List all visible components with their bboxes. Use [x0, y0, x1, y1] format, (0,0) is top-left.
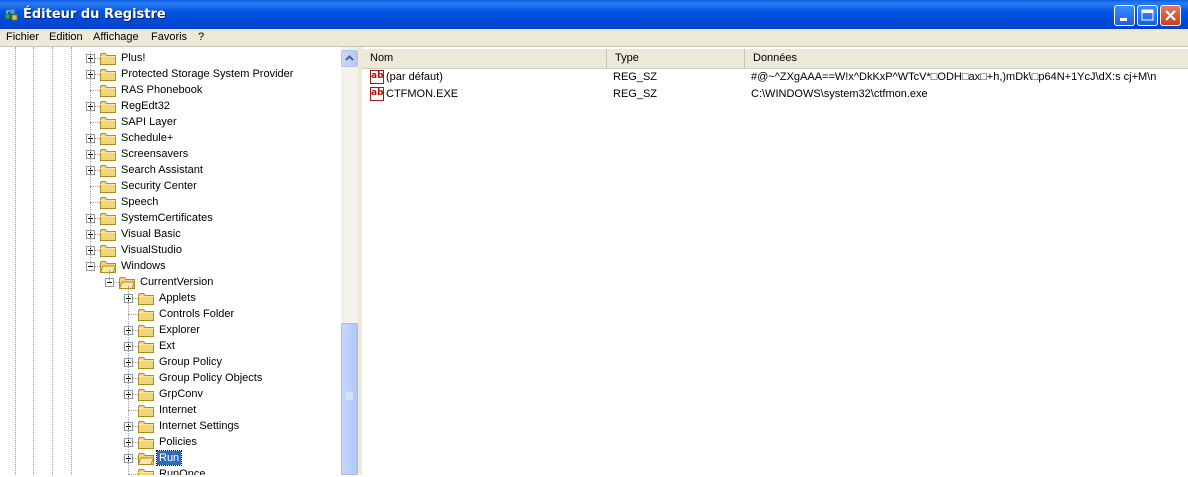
- folder-open-icon: [100, 261, 116, 273]
- string-value-icon: ab: [370, 87, 384, 101]
- folder-icon: [138, 357, 154, 369]
- folder-icon: [138, 341, 154, 353]
- tree-item-label[interactable]: Policies: [157, 435, 199, 449]
- value-type: REG_SZ: [613, 71, 658, 83]
- tree-item-label[interactable]: GrpConv: [157, 387, 205, 401]
- folder-icon: [100, 117, 116, 129]
- column-data[interactable]: Données: [745, 49, 1188, 68]
- tree-item-label[interactable]: Plus!: [119, 51, 147, 65]
- folder-icon: [138, 389, 154, 401]
- folder-icon: [138, 405, 154, 417]
- tree-item-label[interactable]: Group Policy: [157, 355, 224, 369]
- tree-item-label[interactable]: Run: [155, 450, 183, 466]
- list-header: Nom Type Données: [362, 49, 1188, 69]
- folder-icon: [100, 149, 116, 161]
- folder-icon: [100, 133, 116, 145]
- tree-item-label[interactable]: Explorer: [157, 323, 202, 337]
- tree-item-label[interactable]: Screensavers: [119, 147, 190, 161]
- chevron-up-icon: [345, 55, 354, 61]
- tree-item-label[interactable]: VisualStudio: [119, 243, 184, 257]
- scroll-thumb[interactable]: [341, 323, 358, 475]
- close-icon: [1165, 10, 1176, 21]
- tree-item-label[interactable]: Internet Settings: [157, 419, 241, 433]
- folder-icon: [138, 293, 154, 305]
- list-row[interactable]: ab CTFMON.EXE REG_SZ C:\WINDOWS\system32…: [362, 87, 1188, 103]
- menu-edition[interactable]: Edition: [49, 31, 83, 43]
- tree-item-label[interactable]: Speech: [119, 195, 160, 209]
- tree-item-label[interactable]: Windows: [119, 259, 168, 273]
- folder-open-icon: [138, 453, 154, 465]
- folder-icon: [100, 245, 116, 257]
- folder-icon: [138, 421, 154, 433]
- menu-favoris[interactable]: Favoris: [151, 31, 187, 43]
- tree-item-label[interactable]: SAPI Layer: [119, 115, 179, 129]
- value-data: #@~^ZXgAAA==W!x^DkKxP^WTcV*□ODH□ax□+h,)m…: [751, 71, 1157, 83]
- regedit-icon: [4, 8, 18, 21]
- value-name: (par défaut): [386, 71, 443, 83]
- menu-affichage[interactable]: Affichage: [93, 31, 139, 43]
- close-button[interactable]: [1160, 5, 1181, 26]
- tree-item-label[interactable]: RegEdt32: [119, 99, 172, 113]
- maximize-button[interactable]: [1137, 5, 1158, 26]
- folder-icon: [138, 309, 154, 321]
- folder-icon: [100, 85, 116, 97]
- title-bar[interactable]: Éditeur du Registre: [0, 0, 1188, 29]
- tree-item-label[interactable]: Group Policy Objects: [157, 371, 264, 385]
- folder-icon: [100, 101, 116, 113]
- string-value-icon: ab: [370, 70, 384, 84]
- tree-item-label[interactable]: SystemCertificates: [119, 211, 215, 225]
- registry-tree[interactable]: Plus! Protected Storage System Provider RA…: [0, 47, 358, 475]
- grip-icon: [346, 392, 353, 400]
- maximize-icon: [1141, 9, 1154, 21]
- values-list[interactable]: Nom Type Données ab (par défaut) REG_SZ …: [362, 47, 1188, 475]
- folder-icon: [100, 197, 116, 209]
- tree-item-label[interactable]: CurrentVersion: [138, 275, 215, 289]
- folder-icon: [100, 165, 116, 177]
- tree-item-label[interactable]: RAS Phonebook: [119, 83, 204, 97]
- window-title: Éditeur du Registre: [23, 7, 166, 22]
- value-type: REG_SZ: [613, 88, 658, 100]
- menu-fichier[interactable]: Fichier: [6, 31, 39, 43]
- tree-item-label[interactable]: Visual Basic: [119, 227, 183, 241]
- folder-icon: [138, 373, 154, 385]
- tree-item-label[interactable]: Internet: [157, 403, 198, 417]
- minimize-button[interactable]: [1114, 5, 1135, 26]
- tree-item-label[interactable]: Security Center: [119, 179, 199, 193]
- tree-item-label[interactable]: Schedule+: [119, 131, 175, 145]
- folder-open-icon: [119, 277, 135, 289]
- folder-icon: [100, 229, 116, 241]
- scroll-up-button[interactable]: [341, 50, 358, 67]
- folder-icon: [100, 181, 116, 193]
- minimize-icon: [1120, 18, 1127, 21]
- folder-icon: [138, 325, 154, 337]
- folder-icon: [138, 437, 154, 449]
- value-data: C:\WINDOWS\system32\ctfmon.exe: [751, 88, 928, 100]
- menu-bar: Fichier Edition Affichage Favoris ?: [0, 29, 1188, 47]
- folder-icon: [100, 213, 116, 225]
- tree-scrollbar[interactable]: [341, 47, 358, 475]
- folder-icon: [100, 69, 116, 81]
- list-row[interactable]: ab (par défaut) REG_SZ #@~^ZXgAAA==W!x^D…: [362, 70, 1188, 86]
- tree-item-label[interactable]: RunOnce: [157, 467, 207, 475]
- tree-item-label[interactable]: Controls Folder: [157, 307, 236, 321]
- folder-icon: [100, 53, 116, 65]
- menu-help[interactable]: ?: [198, 31, 204, 43]
- folder-icon: [138, 469, 154, 475]
- tree-item-label[interactable]: Search Assistant: [119, 163, 205, 177]
- tree-item-label[interactable]: Protected Storage System Provider: [119, 67, 295, 81]
- tree-item-label[interactable]: Applets: [157, 291, 198, 305]
- column-name[interactable]: Nom: [362, 49, 607, 68]
- column-type[interactable]: Type: [607, 49, 745, 68]
- tree-item-label[interactable]: Ext: [157, 339, 177, 353]
- value-name: CTFMON.EXE: [386, 88, 459, 100]
